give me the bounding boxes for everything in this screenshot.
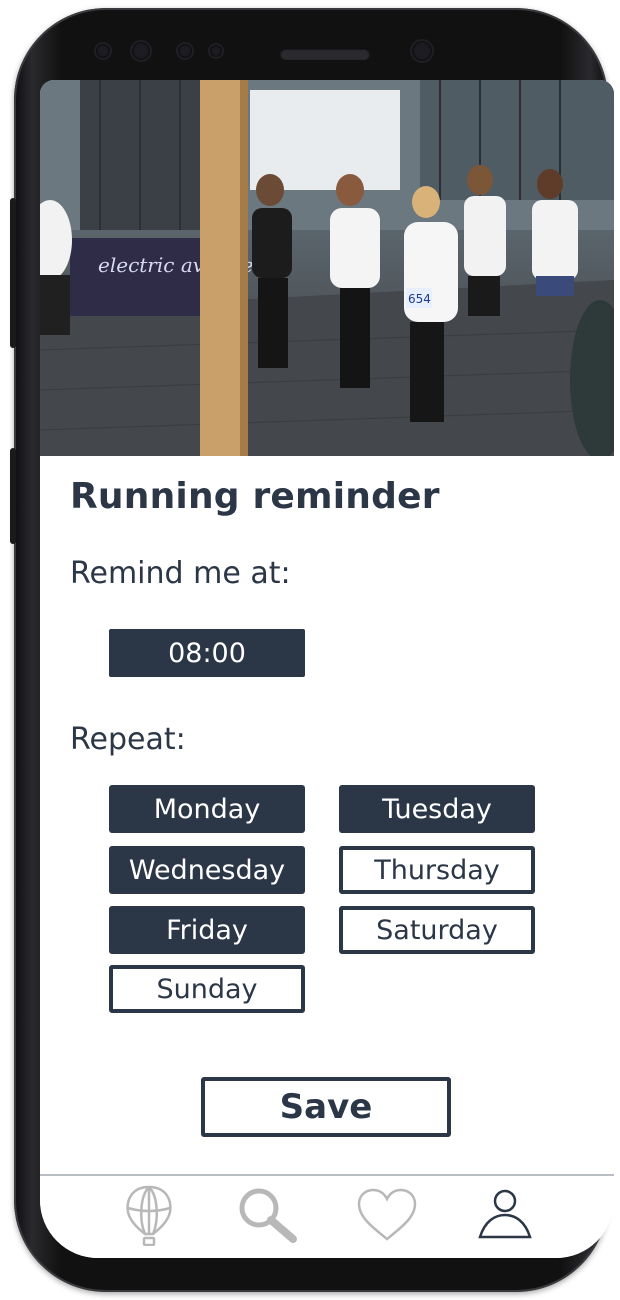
day-monday-toggle[interactable]: Monday xyxy=(109,785,305,833)
day-friday-toggle[interactable]: Friday xyxy=(109,906,305,954)
profile-icon xyxy=(478,1189,532,1239)
bixby-button xyxy=(10,448,16,544)
day-wednesday-toggle[interactable]: Wednesday xyxy=(109,846,305,894)
light-sensor xyxy=(178,44,192,58)
day-tuesday-toggle[interactable]: Tuesday xyxy=(339,785,535,833)
repeat-label: Repeat: xyxy=(70,722,186,757)
page-title: Running reminder xyxy=(70,476,440,517)
volume-button xyxy=(10,198,16,348)
front-camera xyxy=(412,41,432,61)
nav-item-search[interactable] xyxy=(232,1182,302,1248)
earpiece-speaker xyxy=(280,48,370,60)
hero-photo: electric avenue 654 xyxy=(40,80,614,456)
remind-label: Remind me at: xyxy=(70,556,291,591)
heart-icon xyxy=(357,1188,417,1241)
nav-item-profile[interactable] xyxy=(470,1182,540,1248)
iris-sensor xyxy=(132,42,150,60)
app-screen: electric avenue 654 Running reminder Rem… xyxy=(40,80,614,1258)
phone-frame: electric avenue 654 Running reminder Rem… xyxy=(10,8,614,1292)
day-sunday-toggle[interactable]: Sunday xyxy=(109,965,305,1013)
search-icon xyxy=(239,1188,297,1243)
bib-number: 654 xyxy=(408,292,431,306)
save-button[interactable]: Save xyxy=(201,1077,451,1137)
nav-item-favorites[interactable] xyxy=(352,1182,422,1248)
time-picker-button[interactable]: 08:00 xyxy=(109,629,305,677)
nav-item-explore[interactable] xyxy=(114,1182,184,1248)
balloon-icon xyxy=(126,1185,172,1246)
day-saturday-toggle[interactable]: Saturday xyxy=(339,906,535,954)
bottom-nav xyxy=(40,1174,614,1258)
proximity-sensor xyxy=(96,44,110,58)
led-sensor xyxy=(210,45,222,57)
day-thursday-toggle[interactable]: Thursday xyxy=(339,846,535,894)
